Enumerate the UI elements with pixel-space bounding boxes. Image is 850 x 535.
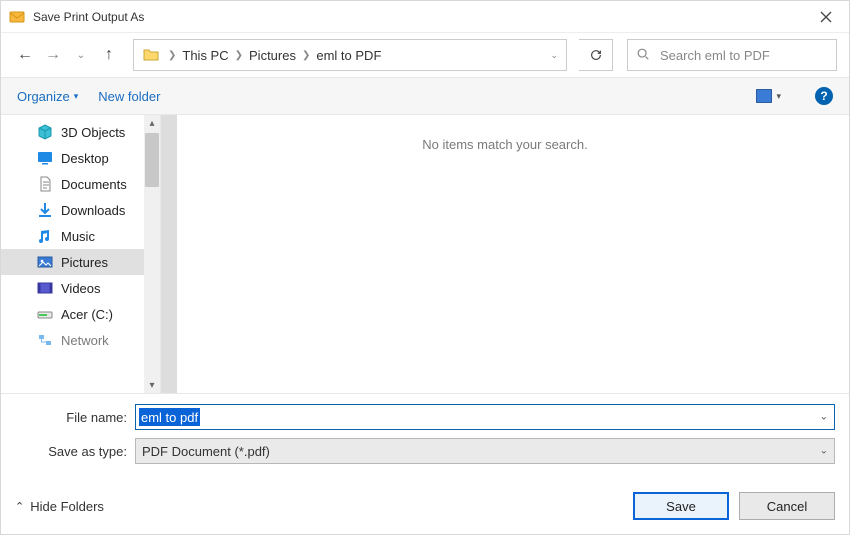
cancel-button[interactable]: Cancel bbox=[739, 492, 835, 520]
chevron-up-icon: ⌃ bbox=[15, 500, 24, 513]
sidebar-item-label: 3D Objects bbox=[61, 125, 125, 140]
sidebar-item-3d-objects[interactable]: 3D Objects bbox=[1, 119, 160, 145]
file-name-label: File name: bbox=[15, 410, 135, 425]
sidebar-item-music[interactable]: Music bbox=[1, 223, 160, 249]
document-icon bbox=[37, 176, 53, 192]
scroll-down-icon[interactable]: ▾ bbox=[144, 377, 160, 393]
cancel-label: Cancel bbox=[767, 499, 807, 514]
back-button[interactable]: ← bbox=[13, 41, 37, 69]
sidebar-item-label: Videos bbox=[61, 281, 101, 296]
sidebar-item-drive-c[interactable]: Acer (C:) bbox=[1, 301, 160, 327]
scroll-thumb[interactable] bbox=[145, 133, 159, 187]
chevron-right-icon: ❯ bbox=[168, 50, 176, 61]
refresh-button[interactable] bbox=[579, 39, 613, 71]
search-box[interactable] bbox=[627, 39, 837, 71]
breadcrumb-item[interactable]: This PC bbox=[182, 48, 228, 63]
app-envelope-icon bbox=[9, 9, 25, 25]
sidebar-item-label: Documents bbox=[61, 177, 127, 192]
view-icon bbox=[756, 89, 772, 103]
cube-icon bbox=[37, 124, 53, 140]
chevron-down-icon: ▾ bbox=[776, 91, 781, 102]
window-title: Save Print Output As bbox=[33, 10, 803, 24]
save-type-value: PDF Document (*.pdf) bbox=[142, 444, 270, 459]
music-icon bbox=[37, 228, 53, 244]
chevron-right-icon: ❯ bbox=[302, 50, 310, 61]
nav-tree: 3D Objects Desktop Documents Downloads M… bbox=[1, 115, 160, 357]
sidebar-item-network[interactable]: Network bbox=[1, 327, 160, 353]
chevron-down-icon[interactable]: ⌄ bbox=[820, 446, 828, 457]
sidebar-item-documents[interactable]: Documents bbox=[1, 171, 160, 197]
save-label: Save bbox=[666, 499, 696, 514]
close-button[interactable] bbox=[803, 1, 849, 33]
sidebar-item-downloads[interactable]: Downloads bbox=[1, 197, 160, 223]
help-button[interactable]: ? bbox=[815, 87, 833, 105]
sidebar-item-label: Network bbox=[61, 333, 109, 348]
sidebar-item-videos[interactable]: Videos bbox=[1, 275, 160, 301]
organize-label: Organize bbox=[17, 89, 70, 104]
scroll-up-icon[interactable]: ▴ bbox=[144, 115, 160, 131]
address-dropdown-icon[interactable]: ⌄ bbox=[546, 50, 562, 61]
save-type-label: Save as type: bbox=[15, 444, 135, 459]
sidebar: 3D Objects Desktop Documents Downloads M… bbox=[1, 115, 161, 393]
new-folder-button[interactable]: New folder bbox=[98, 89, 160, 104]
new-folder-label: New folder bbox=[98, 89, 160, 104]
up-button[interactable]: ↑ bbox=[97, 41, 121, 69]
sidebar-item-desktop[interactable]: Desktop bbox=[1, 145, 160, 171]
form-area: File name: eml to pdf ⌄ Save as type: PD… bbox=[1, 393, 849, 478]
sidebar-item-label: Music bbox=[61, 229, 95, 244]
chevron-down-icon: ▾ bbox=[74, 91, 79, 102]
breadcrumb-item[interactable]: eml to PDF bbox=[316, 48, 381, 63]
file-name-value: eml to pdf bbox=[139, 408, 200, 426]
desktop-icon bbox=[37, 150, 53, 166]
file-list-area: No items match your search. bbox=[161, 115, 849, 393]
body: 3D Objects Desktop Documents Downloads M… bbox=[1, 115, 849, 393]
search-icon bbox=[636, 47, 650, 64]
address-bar[interactable]: ❯ This PC ❯ Pictures ❯ eml to PDF ⌄ bbox=[133, 39, 567, 71]
help-label: ? bbox=[820, 89, 827, 103]
save-dialog: Save Print Output As ← → ⌄ ↑ ❯ This PC ❯… bbox=[0, 0, 850, 535]
organize-button[interactable]: Organize ▾ bbox=[17, 89, 78, 104]
network-icon bbox=[37, 332, 53, 348]
footer: ⌃ Hide Folders Save Cancel bbox=[1, 478, 849, 534]
navbar: ← → ⌄ ↑ ❯ This PC ❯ Pictures ❯ eml to PD… bbox=[1, 33, 849, 77]
hide-folders-button[interactable]: ⌃ Hide Folders bbox=[15, 499, 104, 514]
empty-message: No items match your search. bbox=[161, 137, 849, 152]
sidebar-item-pictures[interactable]: Pictures bbox=[1, 249, 160, 275]
save-button[interactable]: Save bbox=[633, 492, 729, 520]
sidebar-item-label: Pictures bbox=[61, 255, 108, 270]
chevron-down-icon[interactable]: ⌄ bbox=[820, 412, 828, 423]
view-options-button[interactable]: ▾ bbox=[756, 89, 781, 103]
save-type-row: Save as type: PDF Document (*.pdf) ⌄ bbox=[15, 438, 835, 464]
sidebar-item-label: Desktop bbox=[61, 151, 109, 166]
video-icon bbox=[37, 280, 53, 296]
toolbar: Organize ▾ New folder ▾ ? bbox=[1, 77, 849, 115]
file-name-combo[interactable]: eml to pdf ⌄ bbox=[135, 404, 835, 430]
folder-icon bbox=[142, 46, 160, 64]
sidebar-scrollbar[interactable]: ▴ ▾ bbox=[144, 115, 160, 393]
file-name-row: File name: eml to pdf ⌄ bbox=[15, 404, 835, 430]
breadcrumb-item[interactable]: Pictures bbox=[249, 48, 296, 63]
drive-icon bbox=[37, 306, 53, 322]
download-icon bbox=[37, 202, 53, 218]
titlebar: Save Print Output As bbox=[1, 1, 849, 33]
file-name-input[interactable] bbox=[136, 410, 834, 425]
pictures-icon bbox=[37, 254, 53, 270]
recent-locations-button[interactable]: ⌄ bbox=[69, 41, 93, 69]
forward-button[interactable]: → bbox=[41, 41, 65, 69]
sidebar-item-label: Downloads bbox=[61, 203, 125, 218]
hide-folders-label: Hide Folders bbox=[30, 499, 104, 514]
breadcrumb: ❯ This PC ❯ Pictures ❯ eml to PDF bbox=[168, 48, 546, 63]
search-input[interactable] bbox=[658, 47, 838, 64]
save-type-combo[interactable]: PDF Document (*.pdf) ⌄ bbox=[135, 438, 835, 464]
sidebar-item-label: Acer (C:) bbox=[61, 307, 113, 322]
chevron-right-icon: ❯ bbox=[235, 50, 243, 61]
